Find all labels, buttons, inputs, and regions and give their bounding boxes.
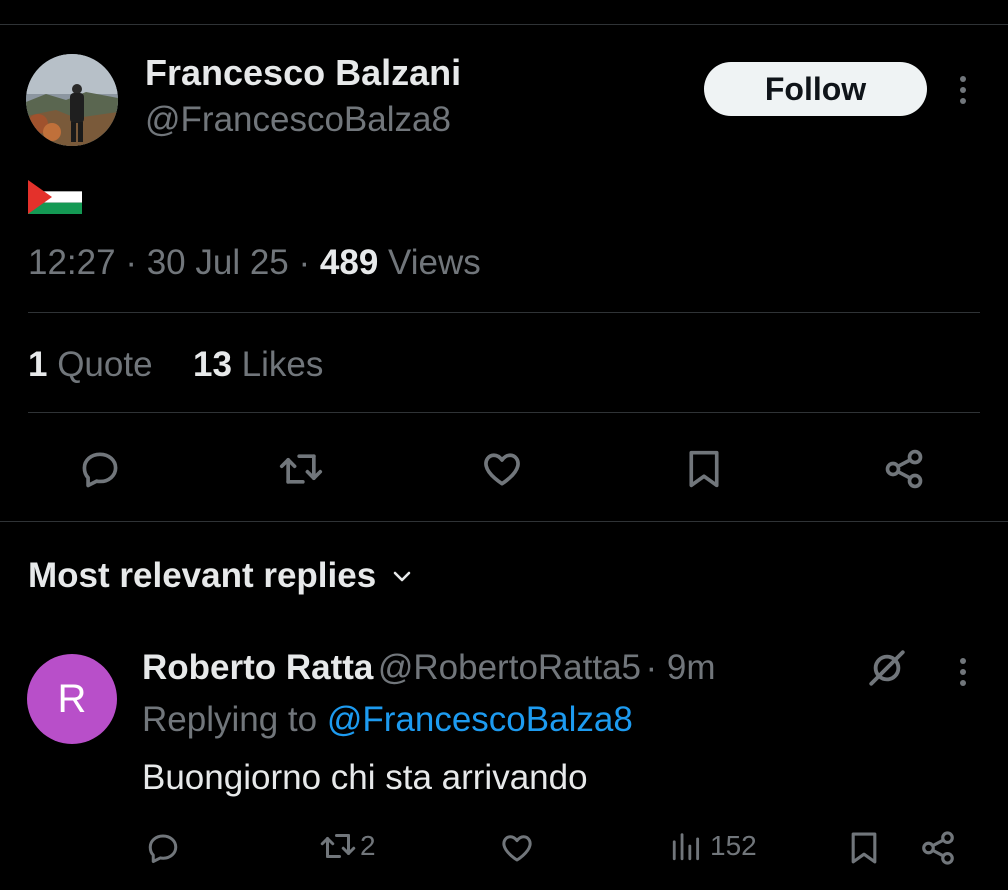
post-date[interactable]: 30 Jul 25 [147, 243, 289, 282]
meta-separator: · [645, 648, 667, 687]
quotes-count: 1 [28, 345, 48, 384]
reply-like-icon[interactable] [497, 828, 537, 868]
like-icon[interactable] [478, 445, 526, 493]
reply-views-button[interactable]: 152 [670, 828, 757, 864]
share-icon[interactable] [880, 445, 928, 493]
stats-divider [28, 412, 980, 413]
reply-avatar[interactable]: R [27, 654, 117, 744]
more-options-icon[interactable] [959, 76, 967, 104]
reply-text: Buongiorno chi sta arrivando [142, 758, 588, 797]
reply-bookmark-icon[interactable] [844, 828, 884, 868]
reply-time[interactable]: 9m [667, 648, 716, 687]
reply-more-options-icon[interactable] [959, 658, 967, 686]
replies-sort-dropdown[interactable]: Most relevant replies [28, 556, 414, 596]
replying-to-link[interactable]: @FrancescoBalza8 [327, 700, 633, 739]
repost-icon[interactable] [276, 445, 326, 493]
replies-section-title: Most relevant replies [28, 556, 377, 595]
likes-count: 13 [193, 345, 232, 384]
meta-divider [28, 312, 980, 313]
follow-button[interactable]: Follow [704, 62, 927, 116]
views-count: 489 [319, 243, 379, 282]
avatar-photo [26, 54, 118, 146]
reply-icon[interactable] [76, 445, 124, 493]
reply-repost-count: 2 [360, 830, 376, 861]
replying-to-line: Replying to @FrancescoBalza8 [142, 700, 633, 740]
quotes-label: Quote [57, 345, 153, 384]
post-meta: 12:27 · 30 Jul 25 · 489 Views [28, 243, 481, 283]
author-handle[interactable]: @FrancescoBalza8 [145, 100, 451, 140]
reply-header: Roberto Ratta @RobertoRatta5 · 9m [142, 648, 716, 688]
reply-repost-button[interactable]: 2 [318, 828, 376, 864]
reply-share-icon[interactable] [918, 828, 958, 868]
chevron-down-icon [393, 571, 411, 582]
reply-views-count: 152 [710, 830, 757, 861]
replying-to-label: Replying to [142, 700, 318, 739]
palestine-flag-icon [28, 180, 82, 219]
views-label: Views [388, 243, 481, 282]
author-avatar[interactable] [26, 54, 118, 146]
reply-author-handle[interactable]: @RobertoRatta5 [378, 648, 641, 687]
actions-divider [0, 521, 1008, 522]
post-time[interactable]: 12:27 [28, 243, 116, 282]
author-name[interactable]: Francesco Balzani [145, 52, 461, 94]
repost-icon [320, 834, 356, 858]
reply-author-name[interactable]: Roberto Ratta [142, 648, 373, 687]
quotes-stat[interactable]: 1 Quote [28, 345, 153, 385]
likes-label: Likes [241, 345, 324, 384]
top-divider [0, 24, 1008, 25]
views-icon [672, 833, 700, 861]
bookmark-icon[interactable] [680, 445, 728, 493]
reply-reply-icon[interactable] [143, 828, 183, 868]
meta-separator: · [125, 243, 147, 282]
likes-stat[interactable]: 13 Likes [193, 345, 323, 385]
meta-separator: · [298, 243, 320, 282]
grok-icon[interactable] [864, 646, 910, 690]
